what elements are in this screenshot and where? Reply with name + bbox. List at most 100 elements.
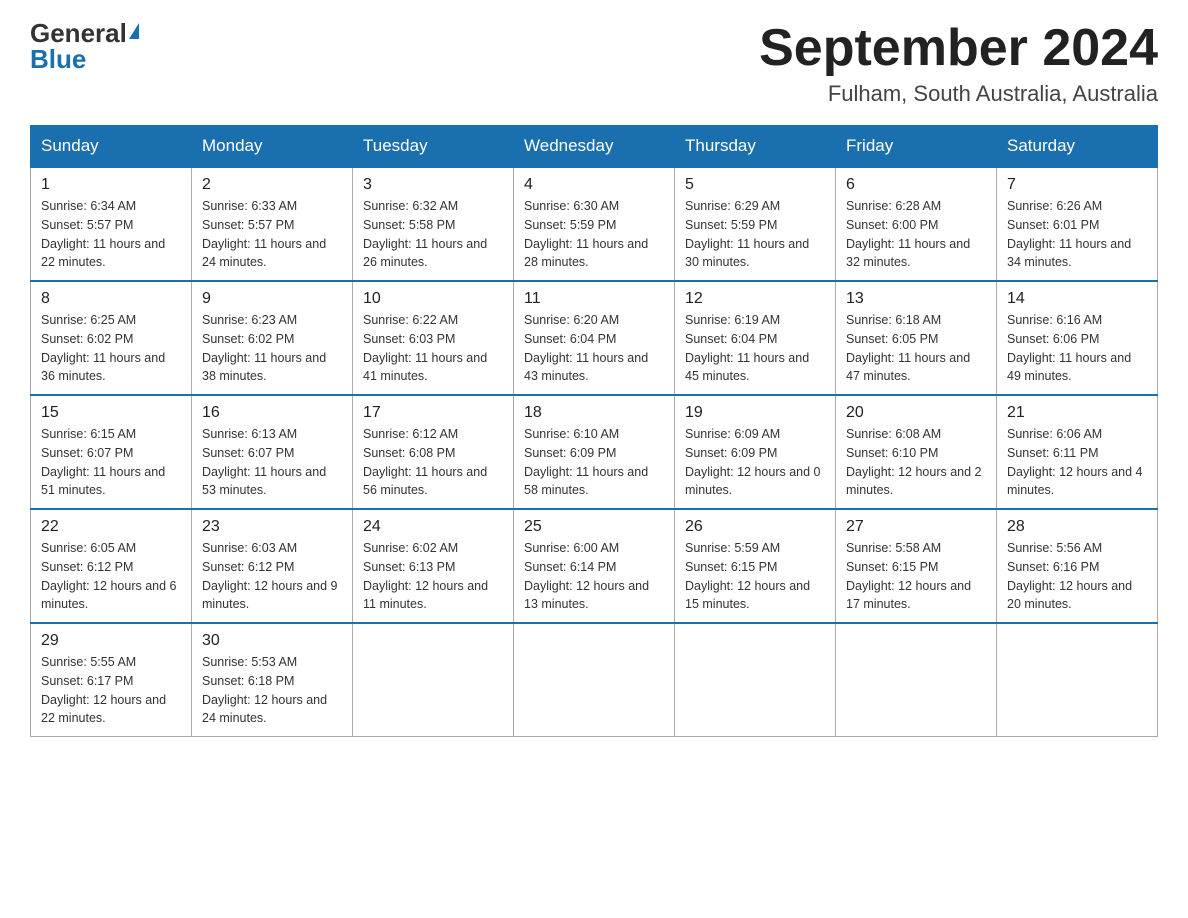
weekday-header-sunday: Sunday [31,126,192,168]
day-number: 27 [846,518,986,536]
calendar-cell: 13 Sunrise: 6:18 AMSunset: 6:05 PMDayligh… [836,281,997,395]
day-info: Sunrise: 6:16 AMSunset: 6:06 PMDaylight:… [1007,311,1147,386]
weekday-header-saturday: Saturday [997,126,1158,168]
calendar-cell: 10Sunrise: 6:22 AMSunset: 6:03 PMDayligh… [353,281,514,395]
week-row-2: 8 Sunrise: 6:25 AMSunset: 6:02 PMDaylight… [31,281,1158,395]
day-info: Sunrise: 6:18 AMSunset: 6:05 PMDaylight:… [846,311,986,386]
day-number: 22 [41,518,181,536]
week-row-5: 29 Sunrise: 5:55 AMSunset: 6:17 PMDayligh… [31,623,1158,737]
calendar-cell: 30 Sunrise: 5:53 AMSunset: 6:18 PMDayligh… [192,623,353,737]
calendar-cell: 2 Sunrise: 6:33 AMSunset: 5:57 PMDaylight… [192,167,353,281]
day-number: 6 [846,176,986,194]
calendar-cell: 18 Sunrise: 6:10 AMSunset: 6:09 PMDayligh… [514,395,675,509]
calendar-cell: 29 Sunrise: 5:55 AMSunset: 6:17 PMDayligh… [31,623,192,737]
weekday-header-monday: Monday [192,126,353,168]
day-number: 28 [1007,518,1147,536]
calendar-cell: 12 Sunrise: 6:19 AMSunset: 6:04 PMDayligh… [675,281,836,395]
calendar-table: SundayMondayTuesdayWednesdayThursdayFrid… [30,125,1158,737]
day-number: 8 [41,290,181,308]
day-number: 11 [524,290,664,308]
day-info: Sunrise: 6:22 AMSunset: 6:03 PMDaylight:… [363,311,503,386]
calendar-cell: 27 Sunrise: 5:58 AMSunset: 6:15 PMDayligh… [836,509,997,623]
day-info: Sunrise: 6:00 AMSunset: 6:14 PMDaylight:… [524,539,664,614]
calendar-cell [836,623,997,737]
day-info: Sunrise: 6:19 AMSunset: 6:04 PMDaylight:… [685,311,825,386]
day-info: Sunrise: 6:13 AMSunset: 6:07 PMDaylight:… [202,425,342,500]
week-row-3: 15 Sunrise: 6:15 AMSunset: 6:07 PMDayligh… [31,395,1158,509]
calendar-cell: 3Sunrise: 6:32 AMSunset: 5:58 PMDaylight… [353,167,514,281]
calendar-cell: 23Sunrise: 6:03 AMSunset: 6:12 PMDayligh… [192,509,353,623]
page-header: General Blue September 2024 Fulham, Sout… [30,20,1158,107]
day-info: Sunrise: 6:08 AMSunset: 6:10 PMDaylight:… [846,425,986,500]
logo: General Blue [30,20,139,72]
day-number: 14 [1007,290,1147,308]
calendar-cell: 22 Sunrise: 6:05 AMSunset: 6:12 PMDayligh… [31,509,192,623]
weekday-header-wednesday: Wednesday [514,126,675,168]
calendar-cell: 15 Sunrise: 6:15 AMSunset: 6:07 PMDayligh… [31,395,192,509]
day-number: 18 [524,404,664,422]
day-info: Sunrise: 6:26 AMSunset: 6:01 PMDaylight:… [1007,197,1147,272]
day-number: 20 [846,404,986,422]
day-number: 12 [685,290,825,308]
calendar-cell: 16Sunrise: 6:13 AMSunset: 6:07 PMDayligh… [192,395,353,509]
day-info: Sunrise: 6:20 AMSunset: 6:04 PMDaylight:… [524,311,664,386]
calendar-cell: 6Sunrise: 6:28 AMSunset: 6:00 PMDaylight… [836,167,997,281]
weekday-header-thursday: Thursday [675,126,836,168]
day-info: Sunrise: 6:29 AMSunset: 5:59 PMDaylight:… [685,197,825,272]
calendar-cell: 1 Sunrise: 6:34 AMSunset: 5:57 PMDaylight… [31,167,192,281]
day-info: Sunrise: 6:23 AMSunset: 6:02 PMDaylight:… [202,311,342,386]
calendar-cell: 19Sunrise: 6:09 AMSunset: 6:09 PMDayligh… [675,395,836,509]
day-number: 30 [202,632,342,650]
day-info: Sunrise: 6:30 AMSunset: 5:59 PMDaylight:… [524,197,664,272]
day-info: Sunrise: 6:10 AMSunset: 6:09 PMDaylight:… [524,425,664,500]
week-row-4: 22 Sunrise: 6:05 AMSunset: 6:12 PMDayligh… [31,509,1158,623]
day-info: Sunrise: 6:02 AMSunset: 6:13 PMDaylight:… [363,539,503,614]
calendar-cell: 11 Sunrise: 6:20 AMSunset: 6:04 PMDayligh… [514,281,675,395]
day-info: Sunrise: 6:15 AMSunset: 6:07 PMDaylight:… [41,425,181,500]
location-title: Fulham, South Australia, Australia [759,81,1158,107]
day-number: 19 [685,404,825,422]
day-number: 29 [41,632,181,650]
logo-blue-text: Blue [30,46,86,72]
day-info: Sunrise: 6:25 AMSunset: 6:02 PMDaylight:… [41,311,181,386]
calendar-cell: 25 Sunrise: 6:00 AMSunset: 6:14 PMDayligh… [514,509,675,623]
logo-general-text: General [30,20,127,46]
day-number: 25 [524,518,664,536]
calendar-cell: 4 Sunrise: 6:30 AMSunset: 5:59 PMDaylight… [514,167,675,281]
calendar-cell: 24 Sunrise: 6:02 AMSunset: 6:13 PMDayligh… [353,509,514,623]
day-info: Sunrise: 5:55 AMSunset: 6:17 PMDaylight:… [41,653,181,728]
calendar-cell [675,623,836,737]
calendar-cell: 8 Sunrise: 6:25 AMSunset: 6:02 PMDaylight… [31,281,192,395]
calendar-cell: 14 Sunrise: 6:16 AMSunset: 6:06 PMDayligh… [997,281,1158,395]
day-number: 2 [202,176,342,194]
calendar-cell: 7 Sunrise: 6:26 AMSunset: 6:01 PMDaylight… [997,167,1158,281]
day-info: Sunrise: 6:05 AMSunset: 6:12 PMDaylight:… [41,539,181,614]
calendar-cell: 28 Sunrise: 5:56 AMSunset: 6:16 PMDayligh… [997,509,1158,623]
day-number: 7 [1007,176,1147,194]
calendar-cell: 9 Sunrise: 6:23 AMSunset: 6:02 PMDaylight… [192,281,353,395]
day-info: Sunrise: 5:56 AMSunset: 6:16 PMDaylight:… [1007,539,1147,614]
day-number: 4 [524,176,664,194]
day-info: Sunrise: 5:53 AMSunset: 6:18 PMDaylight:… [202,653,342,728]
day-number: 17 [363,404,503,422]
weekday-header-friday: Friday [836,126,997,168]
calendar-cell: 20 Sunrise: 6:08 AMSunset: 6:10 PMDayligh… [836,395,997,509]
calendar-cell: 17 Sunrise: 6:12 AMSunset: 6:08 PMDayligh… [353,395,514,509]
calendar-cell [997,623,1158,737]
day-number: 21 [1007,404,1147,422]
day-number: 24 [363,518,503,536]
calendar-cell: 21Sunrise: 6:06 AMSunset: 6:11 PMDayligh… [997,395,1158,509]
day-number: 13 [846,290,986,308]
title-area: September 2024 Fulham, South Australia, … [759,20,1158,107]
day-info: Sunrise: 6:33 AMSunset: 5:57 PMDaylight:… [202,197,342,272]
day-number: 1 [41,176,181,194]
day-info: Sunrise: 6:34 AMSunset: 5:57 PMDaylight:… [41,197,181,272]
weekday-header-tuesday: Tuesday [353,126,514,168]
day-number: 15 [41,404,181,422]
day-number: 3 [363,176,503,194]
day-number: 26 [685,518,825,536]
day-info: Sunrise: 5:59 AMSunset: 6:15 PMDaylight:… [685,539,825,614]
day-number: 9 [202,290,342,308]
day-info: Sunrise: 6:12 AMSunset: 6:08 PMDaylight:… [363,425,503,500]
day-info: Sunrise: 5:58 AMSunset: 6:15 PMDaylight:… [846,539,986,614]
